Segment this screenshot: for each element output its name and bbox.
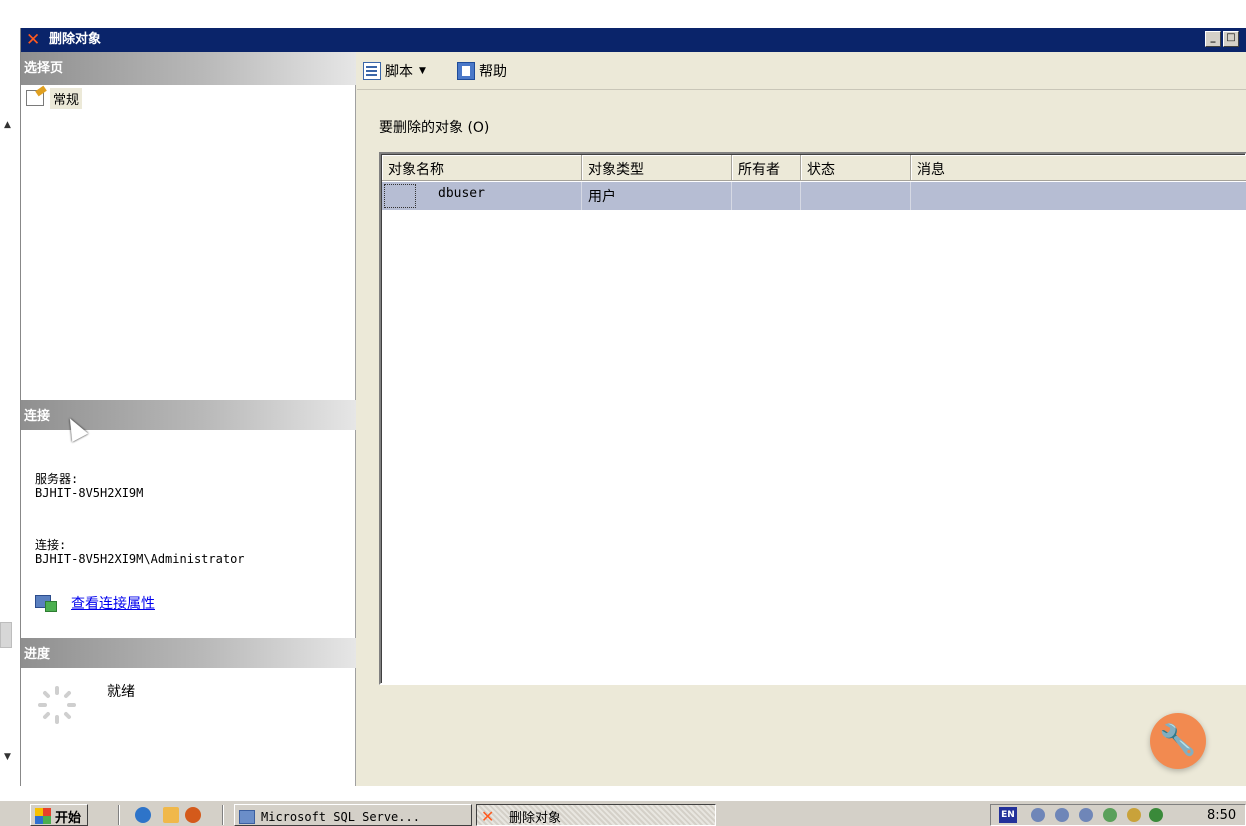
script-icon	[363, 62, 381, 80]
tools-fab-button[interactable]: 🔧	[1150, 713, 1206, 769]
connection-label: 连接:	[35, 538, 67, 552]
progress-spinner-icon	[38, 686, 76, 724]
object-name-value: dbuser	[438, 186, 485, 201]
server-label: 服务器:	[35, 472, 79, 486]
column-header-status[interactable]: 状态	[801, 155, 911, 181]
cell-object-type[interactable]: 用户	[582, 182, 732, 210]
windows-logo-icon	[35, 808, 51, 824]
task-label: Microsoft SQL Serve...	[261, 809, 420, 824]
view-connection-properties-link[interactable]: 查看连接属性	[35, 593, 155, 613]
progress-header: 进度	[21, 638, 356, 668]
script-label: 脚本	[385, 64, 413, 80]
task-label: 删除对象	[509, 811, 562, 826]
scroll-down-arrow-icon[interactable]: ▼	[4, 752, 11, 762]
dialog-title: 删除对象	[49, 32, 102, 47]
media-player-icon[interactable]	[185, 807, 201, 823]
help-icon	[457, 62, 475, 80]
column-header-object-type[interactable]: 对象类型	[582, 155, 732, 181]
row-selector[interactable]	[384, 184, 416, 208]
connection-properties-icon	[35, 595, 57, 612]
cell-status[interactable]	[801, 182, 911, 210]
file-explorer-icon[interactable]	[163, 807, 179, 823]
column-header-object-name[interactable]: 对象名称	[382, 155, 582, 181]
taskbar-separator	[222, 805, 224, 825]
page-item-general[interactable]: 常规	[26, 87, 83, 109]
wrench-icon: 🔧	[1159, 723, 1197, 758]
user-icon[interactable]	[1031, 808, 1045, 822]
select-page-header: 选择页	[21, 52, 356, 85]
taskbar-separator	[118, 805, 120, 825]
delete-x-icon: ✕	[26, 30, 41, 50]
outer-scrollbar[interactable]: ▲ ▼	[0, 0, 20, 786]
network-icon[interactable]	[1103, 808, 1117, 822]
help-button[interactable]: 帮助	[457, 61, 507, 81]
language-indicator[interactable]: EN	[999, 807, 1017, 823]
chevron-down-icon[interactable]: ▼	[419, 66, 426, 76]
objects-grid[interactable]: 对象名称 对象类型 所有者 状态 消息 dbuser 用户	[379, 152, 1246, 685]
table-row[interactable]: dbuser 用户	[382, 182, 1246, 210]
grid-header: 对象名称 对象类型 所有者 状态 消息	[382, 155, 1246, 181]
system-tray: EN 8:50	[990, 804, 1246, 826]
server-value: BJHIT-8V5H2XI9M	[35, 486, 144, 500]
task-button-sql-server[interactable]: Microsoft SQL Serve...	[234, 804, 472, 826]
view-connection-properties-label[interactable]: 查看连接属性	[71, 593, 155, 613]
connection-value: BJHIT-8V5H2XI9M\Administrator	[35, 552, 245, 566]
clock: 8:50	[1207, 808, 1237, 823]
minimize-button[interactable]: _	[1205, 31, 1221, 47]
dialog-title-bar[interactable]: ✕ 删除对象 _ □	[21, 28, 1246, 52]
user-icon[interactable]	[1055, 808, 1069, 822]
scroll-thumb[interactable]	[0, 622, 12, 648]
taskbar: 开始 Microsoft SQL Serve... ✕ 删除对象 EN 8:50	[0, 800, 1246, 826]
help-label: 帮助	[479, 64, 507, 80]
delete-object-dialog: ✕ 删除对象 _ □ 选择页 常规 连接 服务器: BJHIT-8V5H2XI9…	[20, 28, 1246, 786]
script-button[interactable]: 脚本 ▼	[363, 61, 426, 81]
column-header-owner[interactable]: 所有者	[732, 155, 801, 181]
left-panel: 选择页 常规 连接 服务器: BJHIT-8V5H2XI9M 连接: BJHIT…	[21, 52, 356, 786]
cell-message[interactable]	[911, 182, 1246, 210]
toolbar: 脚本 ▼ 帮助	[357, 52, 1246, 90]
main-content: 要删除的对象 (O) 对象名称 对象类型 所有者 状态 消息 dbuser 用户	[357, 91, 1246, 786]
column-header-message[interactable]: 消息	[911, 155, 1246, 181]
internet-explorer-icon[interactable]	[135, 807, 151, 823]
user-icon[interactable]	[1079, 808, 1093, 822]
cell-object-name[interactable]: dbuser	[382, 182, 582, 210]
delete-x-icon: ✕	[481, 806, 495, 826]
play-icon[interactable]	[1149, 808, 1163, 822]
start-button[interactable]: 开始	[30, 804, 89, 826]
start-label: 开始	[55, 810, 82, 826]
scroll-up-arrow-icon[interactable]: ▲	[4, 120, 11, 130]
task-button-delete-object[interactable]: ✕ 删除对象	[476, 804, 716, 826]
general-page-icon	[26, 90, 44, 106]
settings-icon[interactable]	[1127, 808, 1141, 822]
page-item-label: 常规	[50, 87, 83, 109]
maximize-button[interactable]: □	[1223, 31, 1239, 47]
cell-owner[interactable]	[732, 182, 801, 210]
sql-server-icon	[239, 809, 255, 824]
progress-status: 就绪	[107, 684, 135, 700]
objects-to-delete-label: 要删除的对象 (O)	[379, 120, 490, 136]
